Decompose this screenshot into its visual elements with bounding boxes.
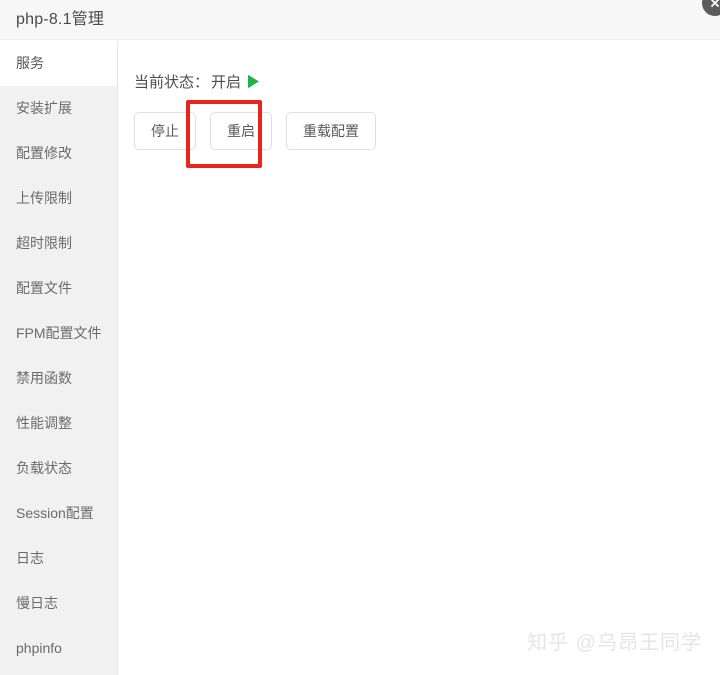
play-triangle-icon [247, 74, 260, 89]
sidebar-item-session-config[interactable]: Session配置 [0, 491, 117, 536]
sidebar-item-service[interactable]: 服务 [0, 41, 117, 86]
sidebar-item-label: 禁用函数 [16, 370, 72, 386]
sidebar-item-phpinfo[interactable]: phpinfo [0, 626, 117, 671]
sidebar-item-label: 负载状态 [16, 460, 72, 476]
service-action-buttons: 停止 重启 重载配置 [134, 112, 376, 150]
sidebar-item-label: Session配置 [16, 505, 94, 521]
sidebar-item-label: 超时限制 [16, 235, 72, 251]
main-content: 当前状态： 开启 停止 重启 重载配置 [119, 41, 720, 675]
watermark: 知乎 @乌昂王同学 [527, 632, 702, 654]
sidebar-item-log[interactable]: 日志 [0, 536, 117, 581]
status-label: 当前状态： [134, 73, 210, 91]
restart-button[interactable]: 重启 [210, 112, 272, 150]
sidebar-item-disabled-functions[interactable]: 禁用函数 [0, 356, 117, 401]
page-title: php-8.1管理 [16, 11, 105, 28]
sidebar-item-install-extension[interactable]: 安装扩展 [0, 86, 117, 131]
status-value: 开启 [211, 73, 242, 91]
reload-config-button[interactable]: 重载配置 [286, 112, 376, 150]
sidebar-item-performance-tuning[interactable]: 性能调整 [0, 401, 117, 446]
sidebar-item-label: 慢日志 [16, 595, 58, 611]
service-status-row: 当前状态： 开启 [134, 70, 260, 92]
sidebar-item-config-modify[interactable]: 配置修改 [0, 131, 117, 176]
close-icon[interactable] [702, 0, 720, 16]
php-manager-window: php-8.1管理 服务 安装扩展 配置修改 上传限制 超时限制 配置文件 FP… [0, 0, 720, 675]
sidebar-item-label: 安装扩展 [16, 100, 72, 116]
stop-button[interactable]: 停止 [134, 112, 196, 150]
sidebar: 服务 安装扩展 配置修改 上传限制 超时限制 配置文件 FPM配置文件 禁用函数… [0, 41, 118, 675]
sidebar-item-load-status[interactable]: 负载状态 [0, 446, 117, 491]
sidebar-item-fpm-config-file[interactable]: FPM配置文件 [0, 311, 117, 356]
sidebar-item-config-file[interactable]: 配置文件 [0, 266, 117, 311]
sidebar-item-label: FPM配置文件 [16, 325, 102, 341]
sidebar-item-upload-limit[interactable]: 上传限制 [0, 176, 117, 221]
sidebar-item-label: 服务 [16, 55, 44, 71]
sidebar-item-label: 配置文件 [16, 280, 72, 296]
sidebar-item-timeout-limit[interactable]: 超时限制 [0, 221, 117, 266]
sidebar-item-label: 上传限制 [16, 190, 72, 206]
sidebar-item-label: 性能调整 [16, 415, 72, 431]
window-header: php-8.1管理 [0, 0, 720, 40]
sidebar-item-label: 日志 [16, 550, 44, 566]
sidebar-item-label: 配置修改 [16, 145, 72, 161]
sidebar-item-label: phpinfo [16, 640, 62, 656]
sidebar-item-slow-log[interactable]: 慢日志 [0, 581, 117, 626]
